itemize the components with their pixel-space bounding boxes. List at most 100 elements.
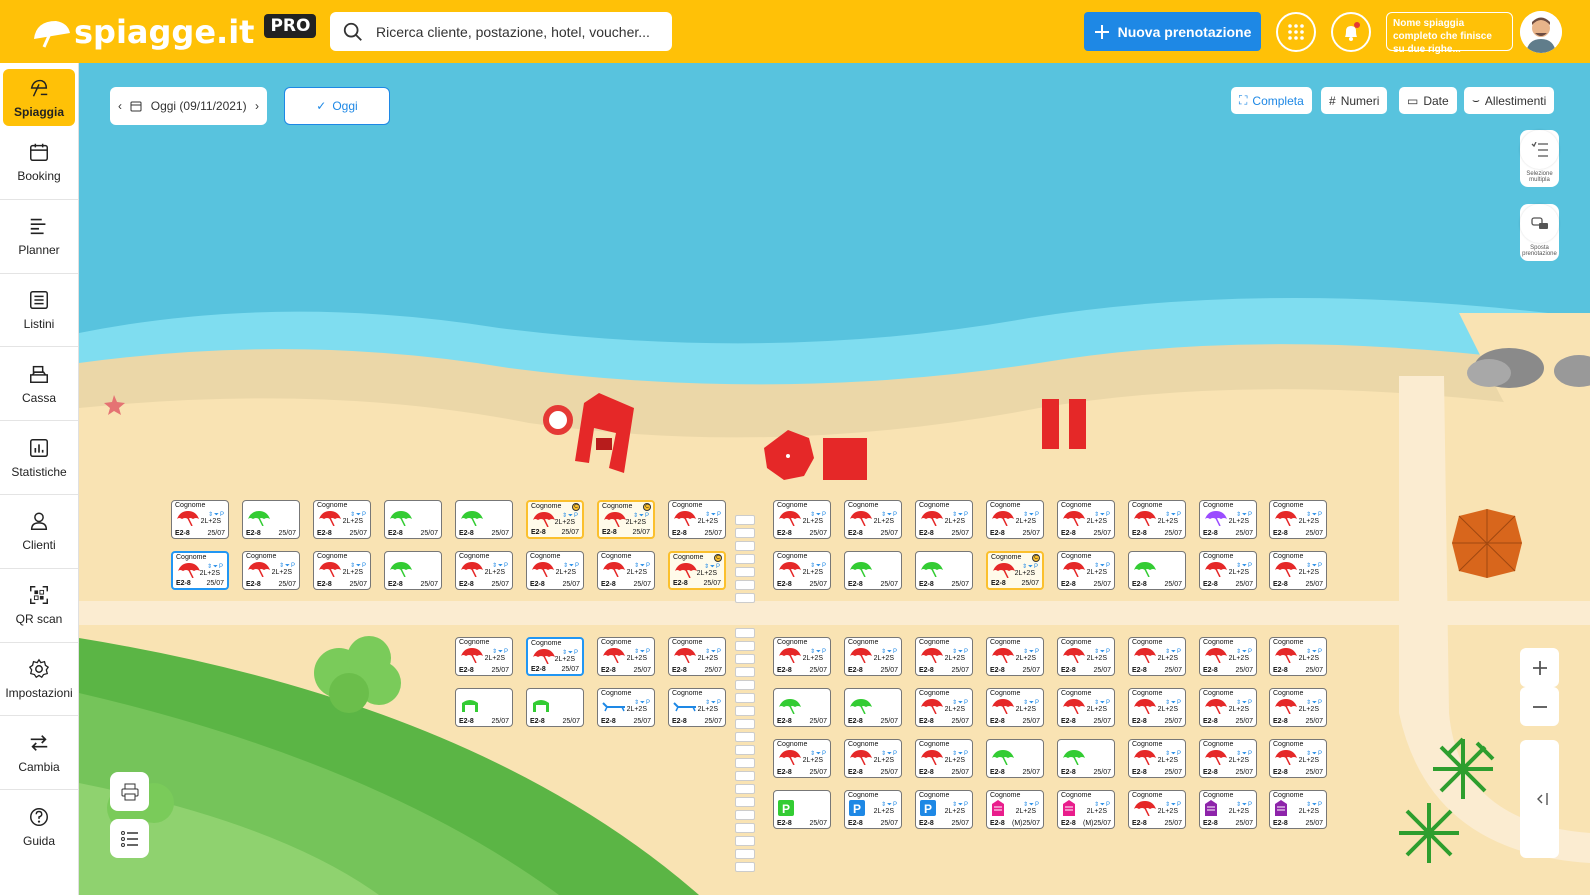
beach-spot[interactable]: Cognome ⇕⏷P 2L+2S E2-8 25/07 (1269, 739, 1327, 778)
beach-spot[interactable]: Cognome ⇕⏷P C 2L+2S E2-8 25/07 (668, 551, 726, 590)
sidebar-item-cambia[interactable]: Cambia (0, 716, 78, 791)
beach-spot[interactable]: Cognome ⇕⏷P C 2L+2S E2-8 25/07 (597, 500, 655, 539)
date-selector[interactable]: ‹ Oggi (09/11/2021) › (110, 87, 267, 125)
sidebar-item-spiaggia[interactable]: Spiaggia (3, 69, 75, 126)
beach-spot[interactable]: Cognome ⇕⏷P 2L+2S E2-8 25/07 (1128, 790, 1186, 829)
avatar[interactable] (1520, 11, 1562, 53)
beach-spot[interactable]: Cognome ⇕⏷P 2L+2S E2-8 25/07 (455, 551, 513, 590)
beach-spot[interactable]: Cognome ⇕⏷P 2L+2S E2-8 25/07 (1269, 637, 1327, 676)
beach-spot[interactable]: Cognome ⇕⏷P 2L+2S E2-8 25/07 (986, 500, 1044, 539)
beach-spot[interactable]: Cognome ⇕⏷P 2L+2S E2-8 25/07 (1269, 551, 1327, 590)
beach-spot[interactable]: Cognome ⇕⏷P 2L+2S E2-8 25/07 (1269, 500, 1327, 539)
chevron-left-icon[interactable]: ‹ (118, 99, 122, 113)
sidebar-item-listini[interactable]: Listini (0, 274, 78, 348)
beach-spot[interactable]: E2-8 25/07 (242, 500, 300, 539)
beach-spot[interactable]: Cognome ⇕⏷P 2L+2S E2-8 25/07 (1128, 739, 1186, 778)
beach-spot[interactable]: Cognome ⇕⏷P 2L+2S E2-8 25/07 (915, 637, 973, 676)
collapse-panel-button[interactable] (1520, 740, 1559, 858)
move-booking-tool[interactable]: Sposta prenotazione (1520, 204, 1559, 261)
beach-spot[interactable]: Cognome ⇕⏷P 2L+2S E2-8 25/07 (773, 739, 831, 778)
legend-button[interactable] (110, 819, 149, 858)
beach-spot[interactable]: Cognome ⇕⏷P 2L+2S E2-8 25/07 (986, 688, 1044, 727)
beach-spot[interactable]: Cognome ⇕⏷P P 2L+2S E2-8 25/07 (844, 790, 902, 829)
beach-spot[interactable]: Cognome ⇕⏷P 2L+2S E2-8 25/07 (915, 739, 973, 778)
sidebar-item-cassa[interactable]: Cassa (0, 347, 78, 422)
beach-spot[interactable]: Cognome ⇕⏷P 2L+2S E2-8 25/07 (668, 688, 726, 727)
sidebar-item-clienti[interactable]: Clienti (0, 495, 78, 569)
beach-spot[interactable]: Cognome ⇕⏷P 2L+2S E2-8 25/07 (1199, 688, 1257, 727)
beach-spot[interactable]: Cognome ⇕⏷P 2L+2S E2-8 25/07 (1269, 790, 1327, 829)
beach-spot[interactable]: E2-8 25/07 (384, 551, 442, 590)
beach-spot[interactable]: Cognome ⇕⏷P 2L+2S E2-8 25/07 (1199, 500, 1257, 539)
beach-spot[interactable]: Cognome ⇕⏷P 2L+2S E2-8 25/07 (1269, 688, 1327, 727)
beach-spot[interactable]: Cognome ⇕⏷P 2L+2S E2-8 25/07 (526, 551, 584, 590)
zoom-in-button[interactable] (1520, 648, 1559, 687)
app-logo[interactable]: spiagge.it PRO (30, 12, 317, 52)
beach-spot[interactable]: Cognome ⇕⏷P C 2L+2S E2-8 25/07 (986, 551, 1044, 590)
beach-spot[interactable]: Cognome ⇕⏷P 2L+2S E2-8 25/07 (597, 688, 655, 727)
print-button[interactable] (110, 772, 149, 811)
beach-spot[interactable]: Cognome ⇕⏷P 2L+2S E2-8 25/07 (668, 637, 726, 676)
beach-spot[interactable]: Cognome ⇕⏷P 2L+2S E2-8 25/07 (844, 739, 902, 778)
beach-spot[interactable]: Cognome ⇕⏷P 2L+2S E2-8 25/07 (313, 551, 371, 590)
view-numeri-button[interactable]: # Numeri (1321, 87, 1388, 114)
sidebar-item-impostazioni[interactable]: Impostazioni (0, 643, 78, 717)
beach-spot[interactable]: E2-8 25/07 (455, 688, 513, 727)
beach-spot[interactable]: Cognome ⇕⏷P 2L+2S E2-8 25/07 (171, 500, 229, 539)
beach-spot[interactable]: E2-8 25/07 (844, 688, 902, 727)
beach-spot[interactable]: E2-8 25/07 (455, 500, 513, 539)
beach-spot[interactable]: Cognome ⇕⏷P 2L+2S E2-8 (M)25/07 (1057, 790, 1115, 829)
beach-spot[interactable]: Cognome ⇕⏷P 2L+2S E2-8 25/07 (773, 500, 831, 539)
beach-spot[interactable]: Cognome ⇕⏷P 2L+2S E2-8 25/07 (171, 551, 229, 590)
beach-spot[interactable]: Cognome ⇕⏷P 2L+2S E2-8 25/07 (242, 551, 300, 590)
beach-name-button[interactable]: Nome spiaggia completo che finisce su du… (1386, 12, 1513, 55)
view-allestimenti-button[interactable]: ⌣ Allestimenti (1464, 87, 1555, 114)
apps-button[interactable] (1276, 12, 1316, 52)
beach-spot[interactable]: Cognome ⇕⏷P 2L+2S E2-8 25/07 (1199, 739, 1257, 778)
beach-spot[interactable]: Cognome ⇕⏷P 2L+2S E2-8 25/07 (1128, 500, 1186, 539)
beach-spot[interactable]: E2-8 25/07 (773, 688, 831, 727)
beach-spot[interactable]: Cognome ⇕⏷P 2L+2S E2-8 25/07 (1128, 637, 1186, 676)
beach-spot[interactable]: Cognome ⇕⏷P 2L+2S E2-8 (M)25/07 (986, 790, 1044, 829)
sidebar-item-guida[interactable]: Guida (0, 790, 78, 864)
beach-spot[interactable]: Cognome ⇕⏷P 2L+2S E2-8 25/07 (1057, 551, 1115, 590)
beach-spot[interactable]: E2-8 25/07 (844, 551, 902, 590)
beach-spot[interactable]: Cognome ⇕⏷P 2L+2S E2-8 25/07 (915, 500, 973, 539)
zoom-out-button[interactable] (1520, 687, 1559, 726)
beach-spot[interactable]: E2-8 25/07 (1128, 551, 1186, 590)
beach-spot[interactable]: Cognome ⇕⏷P 2L+2S E2-8 25/07 (597, 551, 655, 590)
beach-spot[interactable]: Cognome ⇕⏷P P 2L+2S E2-8 25/07 (915, 790, 973, 829)
notifications-button[interactable] (1331, 12, 1371, 52)
beach-spot[interactable]: Cognome ⇕⏷P 2L+2S E2-8 25/07 (915, 688, 973, 727)
beach-spot[interactable]: Cognome ⇕⏷P C 2L+2S E2-8 25/07 (526, 500, 584, 539)
today-button[interactable]: ✓ Oggi (284, 87, 390, 125)
search-input[interactable]: Ricerca cliente, postazione, hotel, vouc… (330, 12, 672, 51)
beach-spot[interactable]: Cognome ⇕⏷P 2L+2S E2-8 25/07 (1199, 637, 1257, 676)
view-date-button[interactable]: ▭ Date (1399, 87, 1457, 114)
beach-spot[interactable]: Cognome ⇕⏷P 2L+2S E2-8 25/07 (773, 551, 831, 590)
beach-spot[interactable]: Cognome ⇕⏷P 2L+2S E2-8 25/07 (1057, 688, 1115, 727)
beach-spot[interactable]: Cognome ⇕⏷P 2L+2S E2-8 25/07 (1199, 790, 1257, 829)
beach-spot[interactable]: P E2-8 25/07 (773, 790, 831, 829)
beach-spot[interactable]: Cognome ⇕⏷P 2L+2S E2-8 25/07 (844, 500, 902, 539)
view-completa-button[interactable]: ⛶ Completa (1231, 87, 1312, 114)
sidebar-item-planner[interactable]: Planner (0, 200, 78, 274)
beach-spot[interactable]: Cognome ⇕⏷P 2L+2S E2-8 25/07 (1057, 637, 1115, 676)
beach-spot[interactable]: E2-8 25/07 (1057, 739, 1115, 778)
beach-spot[interactable]: E2-8 25/07 (986, 739, 1044, 778)
multi-select-tool[interactable]: Selezione multipla (1520, 130, 1559, 187)
beach-spot[interactable]: E2-8 25/07 (384, 500, 442, 539)
sidebar-item-qr-scan[interactable]: QR scan (0, 569, 78, 643)
beach-spot[interactable]: Cognome ⇕⏷P 2L+2S E2-8 25/07 (526, 637, 584, 676)
beach-spot[interactable]: Cognome ⇕⏷P 2L+2S E2-8 25/07 (1128, 688, 1186, 727)
chevron-right-icon[interactable]: › (255, 99, 259, 113)
beach-spot[interactable]: E2-8 25/07 (526, 688, 584, 727)
beach-spot[interactable]: Cognome ⇕⏷P 2L+2S E2-8 25/07 (844, 637, 902, 676)
sidebar-item-booking[interactable]: Booking (0, 126, 78, 200)
beach-spot[interactable]: Cognome ⇕⏷P 2L+2S E2-8 25/07 (597, 637, 655, 676)
beach-spot[interactable]: Cognome ⇕⏷P 2L+2S E2-8 25/07 (773, 637, 831, 676)
beach-spot[interactable]: Cognome ⇕⏷P 2L+2S E2-8 25/07 (455, 637, 513, 676)
beach-spot[interactable]: Cognome ⇕⏷P 2L+2S E2-8 25/07 (313, 500, 371, 539)
beach-spot[interactable]: Cognome ⇕⏷P 2L+2S E2-8 25/07 (1199, 551, 1257, 590)
beach-spot[interactable]: Cognome ⇕⏷P 2L+2S E2-8 25/07 (986, 637, 1044, 676)
